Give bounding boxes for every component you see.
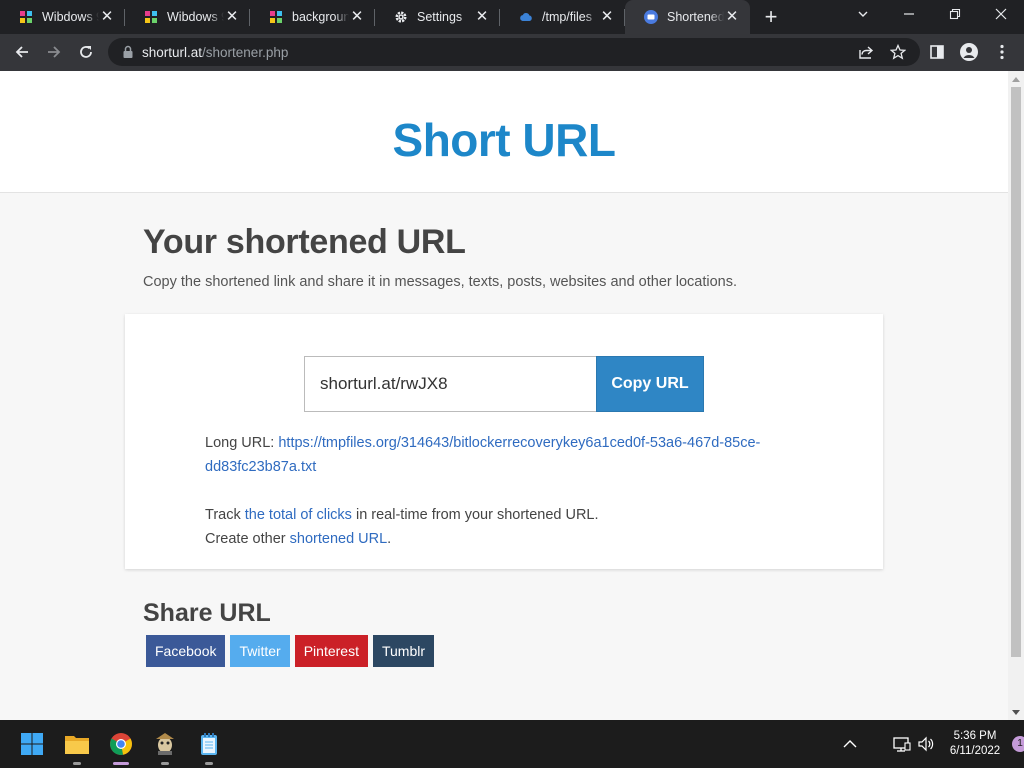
page-scrollbar[interactable] [1008, 71, 1024, 720]
shortened-url-link[interactable]: shortened URL [290, 531, 388, 547]
browser-toolbar: shorturl.at/shortener.php [0, 34, 1024, 71]
create-text: Create other [205, 531, 290, 547]
volume-icon[interactable] [910, 728, 942, 760]
close-tab-icon[interactable]: ✕ [349, 9, 365, 25]
address-bar[interactable]: shorturl.at/shortener.php [108, 38, 920, 66]
tab-title: Shortened [667, 10, 724, 24]
url-info: Long URL: https://tmpfiles.org/314643/bi… [205, 431, 805, 551]
tab-title: Wibdows 9 [42, 10, 99, 24]
site-logo[interactable]: Short URL [393, 113, 616, 167]
tab-wibdows-2[interactable]: Wibdows 9 ✕ [125, 0, 250, 34]
share-url-heading: Share URL [143, 599, 271, 627]
tab-search-chevron-icon[interactable] [840, 0, 886, 34]
cloud-icon [518, 9, 534, 25]
clock-date: 6/11/2022 [949, 745, 1001, 757]
windows-start-icon[interactable] [16, 728, 48, 760]
shorturl-favicon-icon [643, 9, 659, 25]
notification-badge[interactable]: 1 [1012, 736, 1024, 752]
share-tumblr-button[interactable]: Tumblr [372, 635, 435, 667]
close-tab-icon[interactable]: ✕ [99, 9, 115, 25]
track-suffix-text: in real-time from your shortened URL. [351, 507, 599, 523]
url-host: shorturl.at [142, 44, 203, 60]
page-title: Your shortened URL [143, 223, 466, 261]
share-icon[interactable] [852, 38, 880, 66]
track-text: Track [205, 507, 245, 523]
show-hidden-icons-chevron-icon[interactable] [834, 728, 866, 760]
site-header: Short URL [0, 71, 1008, 193]
tab-background[interactable]: background ✕ [250, 0, 375, 34]
chrome-icon[interactable] [105, 728, 137, 765]
wibdows-favicon-icon [143, 9, 159, 25]
share-twitter-button[interactable]: Twitter [230, 635, 290, 667]
tab-wibdows-1[interactable]: Wibdows 9 ✕ [0, 0, 125, 34]
file-explorer-icon[interactable] [61, 728, 93, 765]
scroll-down-arrow-icon[interactable] [1012, 710, 1020, 715]
tab-strip: Wibdows 9 ✕ Wibdows 9 ✕ background ✕ Set… [0, 0, 1024, 34]
new-tab-button[interactable]: + [756, 0, 786, 34]
wibdows-favicon-icon [18, 9, 34, 25]
share-pinterest-button[interactable]: Pinterest [294, 635, 368, 667]
profile-avatar-icon[interactable] [955, 38, 983, 66]
clock-time: 5:36 PM [953, 730, 997, 742]
app-mascot-icon[interactable] [149, 728, 181, 765]
close-tab-icon[interactable]: ✕ [599, 9, 615, 25]
scrollbar-thumb[interactable] [1011, 87, 1021, 657]
tab-settings[interactable]: Settings ✕ [375, 0, 500, 34]
page-viewport: Short URL Your shortened URL Copy the sh… [0, 71, 1008, 720]
tab-tmp-files[interactable]: /tmp/files ✕ [500, 0, 625, 34]
close-tab-icon[interactable]: ✕ [224, 9, 240, 25]
close-window-button[interactable] [978, 0, 1024, 34]
lock-icon [123, 45, 133, 58]
windows-taskbar: 5:36 PM 6/11/2022 1 [0, 720, 1024, 768]
copy-url-button[interactable]: Copy URL [596, 356, 704, 412]
short-url-field[interactable]: shorturl.at/rwJX8 [304, 356, 597, 412]
minimize-button[interactable] [886, 0, 932, 34]
tab-title: Wibdows 9 [167, 10, 224, 24]
wibdows-favicon-icon [268, 9, 284, 25]
close-tab-icon[interactable]: ✕ [474, 9, 490, 25]
long-url-label: Long URL: [205, 435, 279, 451]
tab-title: Settings [417, 10, 463, 24]
result-card: shorturl.at/rwJX8 Copy URL Long URL: htt… [125, 314, 883, 569]
notepad-icon[interactable] [193, 728, 225, 765]
page-subtitle: Copy the shortened link and share it in … [143, 274, 738, 290]
share-facebook-button[interactable]: Facebook [146, 635, 226, 667]
forward-button[interactable] [40, 38, 68, 66]
scroll-up-arrow-icon[interactable] [1012, 77, 1020, 82]
tab-shortened[interactable]: Shortened ✕ [625, 0, 750, 34]
back-button[interactable] [8, 38, 36, 66]
side-panel-icon[interactable] [923, 38, 951, 66]
url-path: /shortener.php [202, 44, 289, 60]
tab-title: background [292, 10, 349, 24]
tab-title: /tmp/files [542, 10, 593, 24]
taskbar-clock[interactable]: 5:36 PM 6/11/2022 [940, 729, 1010, 759]
bookmark-star-icon[interactable] [884, 38, 912, 66]
create-suffix-text: . [387, 531, 392, 547]
long-url-link[interactable]: https://tmpfiles.org/314643/bitlockerrec… [205, 435, 760, 475]
restore-button[interactable] [932, 0, 978, 34]
close-tab-icon[interactable]: ✕ [724, 9, 740, 25]
share-buttons: Facebook Twitter Pinterest Tumblr [146, 635, 435, 667]
gear-icon [393, 9, 409, 25]
total-clicks-link[interactable]: the total of clicks [245, 507, 352, 523]
kebab-menu-icon[interactable] [988, 38, 1016, 66]
reload-button[interactable] [72, 38, 100, 66]
